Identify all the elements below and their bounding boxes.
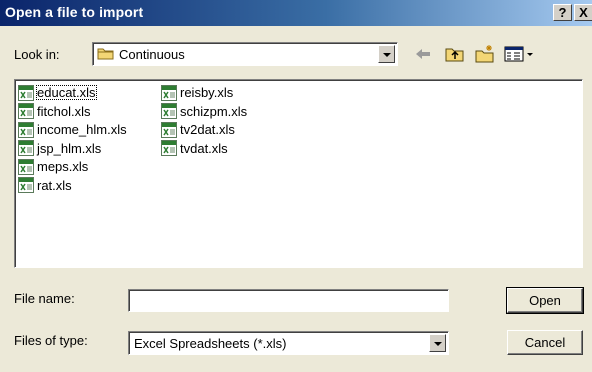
file-item[interactable]: reisby.xls — [161, 84, 234, 101]
view-menu-icon[interactable] — [503, 44, 537, 64]
file-item[interactable]: meps.xls — [18, 158, 89, 175]
close-button[interactable]: X — [574, 4, 592, 21]
look-in-value: Continuous — [119, 47, 185, 62]
title-bar[interactable]: Open a file to import ? X — [0, 0, 592, 26]
excel-file-icon — [18, 121, 34, 138]
excel-file-icon — [18, 158, 34, 175]
look-in-label: Look in: — [14, 47, 60, 62]
file-name-label: File name: — [14, 291, 75, 306]
file-item[interactable]: income_hlm.xls — [18, 121, 128, 138]
up-one-level-icon[interactable] — [444, 44, 466, 64]
file-name: rat.xls — [37, 177, 72, 193]
file-item[interactable]: fitchol.xls — [18, 103, 91, 120]
file-type-dropdown[interactable]: Excel Spreadsheets (*.xls) — [128, 331, 449, 355]
file-item[interactable]: jsp_hlm.xls — [18, 140, 102, 157]
help-button[interactable]: ? — [553, 4, 572, 21]
file-name: educat.xls — [36, 85, 97, 100]
excel-file-icon — [161, 140, 177, 156]
file-item[interactable]: tvdat.xls — [161, 140, 229, 157]
file-item[interactable]: educat.xls — [18, 84, 97, 101]
excel-file-icon — [18, 103, 34, 119]
file-name: schizpm.xls — [180, 103, 248, 119]
file-name: meps.xls — [37, 159, 89, 174]
dialog-title: Open a file to import — [5, 4, 144, 20]
open-file-dialog: Open a file to import ? X Look in: Conti… — [0, 0, 592, 372]
look-in-dropdown-arrow-icon[interactable] — [378, 45, 395, 63]
back-arrow-icon[interactable] — [412, 44, 434, 64]
file-name-input[interactable] — [128, 289, 449, 312]
excel-file-icon — [18, 177, 34, 193]
file-type-value: Excel Spreadsheets (*.xls) — [134, 336, 287, 351]
look-in-dropdown[interactable]: Continuous — [92, 42, 398, 66]
file-type-label: Files of type: — [14, 333, 88, 348]
excel-file-icon — [18, 140, 34, 156]
file-item[interactable]: rat.xls — [18, 177, 73, 194]
close-icon: X — [579, 5, 588, 20]
folder-icon — [97, 48, 114, 60]
excel-file-icon — [161, 84, 177, 101]
file-name: income_hlm.xls — [37, 122, 127, 137]
cancel-button[interactable]: Cancel — [507, 330, 583, 355]
file-name: fitchol.xls — [37, 103, 91, 119]
file-list[interactable]: educat.xls fitchol.xls income_hlm.xls jsp_h… — [14, 79, 583, 268]
file-item[interactable]: schizpm.xls — [161, 103, 248, 120]
file-item[interactable]: tv2dat.xls — [161, 121, 236, 138]
excel-file-icon — [161, 103, 177, 119]
open-button[interactable]: Open — [506, 287, 584, 314]
file-name: reisby.xls — [180, 85, 234, 100]
file-name: tv2dat.xls — [180, 122, 235, 137]
excel-file-icon — [18, 84, 34, 101]
help-icon: ? — [558, 5, 567, 20]
file-type-dropdown-arrow-icon[interactable] — [429, 334, 446, 352]
excel-file-icon — [161, 121, 177, 138]
new-folder-icon[interactable] — [474, 44, 496, 64]
file-name: jsp_hlm.xls — [37, 140, 102, 156]
file-name: tvdat.xls — [180, 140, 228, 156]
